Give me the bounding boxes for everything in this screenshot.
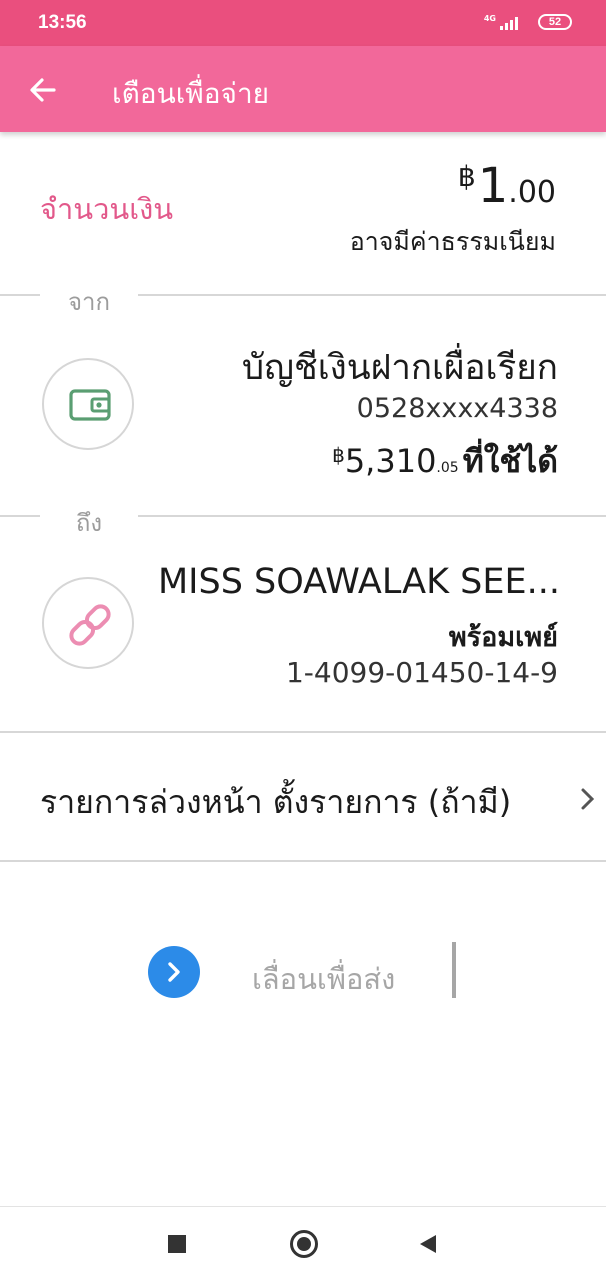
network-label: 4G: [483, 14, 496, 23]
balance-integer: 5,310: [344, 442, 437, 480]
status-time: 13:56: [38, 12, 87, 33]
amount-currency: ฿: [457, 160, 476, 193]
chevron-right-icon: [168, 962, 180, 982]
amount-value: ฿1.00: [458, 158, 556, 214]
payee-id: 1-4099-01450-14-9: [285, 656, 558, 689]
from-label: จาก: [40, 282, 138, 321]
account-name: บัญชีเงินฝากเผื่อเรียก: [241, 348, 558, 388]
triangle-back-icon[interactable]: [418, 1233, 438, 1255]
slide-to-send[interactable]: เลื่อนเพื่อส่ง: [0, 940, 606, 1002]
status-bar: 13:56 4G 52: [0, 0, 606, 46]
wallet-icon: [69, 389, 111, 421]
app-bar: เตือนเพื่อจ่าย: [0, 46, 606, 132]
arrow-left-icon: [30, 78, 56, 102]
back-button[interactable]: [24, 70, 64, 110]
chevron-right-icon: [581, 788, 595, 810]
payee-icon-circle: [42, 577, 134, 669]
payee-name: MISS SOAWALAK SEE...: [157, 562, 560, 602]
amount-label: จำนวนเงิน: [40, 192, 174, 226]
slide-track-end: [452, 942, 456, 998]
square-icon[interactable]: [168, 1235, 186, 1253]
status-icons: 4G 52: [452, 12, 572, 34]
divider-schedule-bottom: [0, 860, 606, 862]
fee-note: อาจมีค่าธรรมเนียม: [349, 227, 556, 256]
amount-decimal: .00: [508, 175, 556, 210]
battery-level: 52: [548, 16, 562, 28]
system-nav-bar: [0, 1206, 606, 1281]
slide-knob[interactable]: [148, 946, 200, 998]
from-account-icon-circle: [42, 358, 134, 450]
link-icon: [69, 604, 111, 646]
circle-icon[interactable]: [290, 1230, 318, 1258]
signal-icon: [500, 16, 522, 30]
page-title: เตือนเพื่อจ่าย: [112, 77, 270, 110]
battery-icon: 52: [538, 14, 572, 30]
payee-service: พร้อมเพย์: [448, 622, 558, 653]
balance-decimal: .05: [436, 460, 459, 476]
balance-suffix: ที่ใช้ได้: [462, 442, 558, 480]
amount-integer: 1: [477, 158, 509, 214]
schedule-row[interactable]: รายการล่วงหน้า ตั้งรายการ (ถ้ามี): [0, 733, 606, 861]
slide-label: เลื่อนเพื่อส่ง: [252, 962, 396, 996]
account-balance: ฿5,310.05 ที่ใช้ได้: [332, 436, 558, 487]
to-label: ถึง: [40, 503, 138, 542]
account-number: 0528xxxx4338: [356, 393, 558, 424]
balance-currency: ฿: [332, 443, 345, 467]
schedule-label: รายการล่วงหน้า ตั้งรายการ (ถ้ามี): [40, 783, 512, 821]
